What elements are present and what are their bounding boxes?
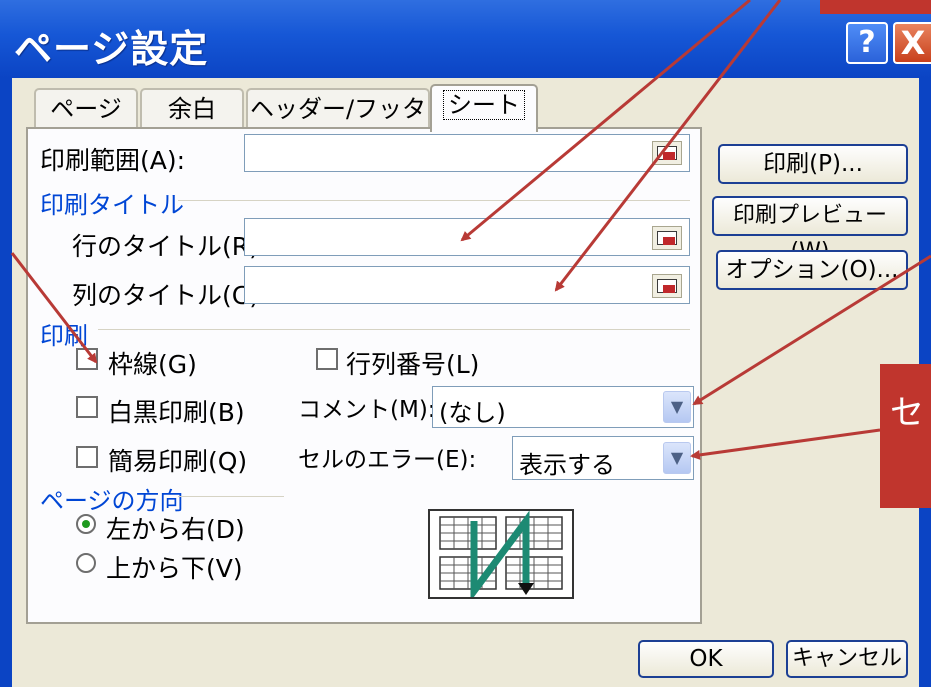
tab-page[interactable]: ページ bbox=[34, 88, 138, 128]
row-col-headings-label: 行列番号(L) bbox=[346, 350, 480, 379]
comments-value: (なし) bbox=[439, 399, 506, 427]
print-preview-button[interactable]: 印刷プレビュー(W) bbox=[712, 196, 908, 264]
down-then-over-radio[interactable] bbox=[76, 514, 96, 534]
black-white-label: 白黒印刷(B) bbox=[108, 398, 245, 427]
tab-margins[interactable]: 余白 bbox=[140, 88, 244, 128]
rows-to-repeat-input[interactable] bbox=[244, 218, 690, 256]
print-button[interactable]: 印刷(P)... bbox=[718, 144, 908, 184]
rows-to-repeat-label: 行のタイトル(R): bbox=[72, 232, 268, 261]
row-col-headings-checkbox[interactable] bbox=[316, 348, 338, 370]
window-frame-left bbox=[0, 78, 12, 687]
draft-quality-label: 簡易印刷(Q) bbox=[108, 447, 248, 476]
draft-quality-checkbox[interactable] bbox=[76, 446, 98, 468]
collapse-dialog-icon[interactable] bbox=[652, 226, 682, 250]
black-white-checkbox[interactable] bbox=[76, 396, 98, 418]
comments-label: コメント(M): bbox=[298, 397, 436, 423]
print-group-label: 印刷 bbox=[40, 322, 88, 350]
tab-margins-label: 余白 bbox=[168, 95, 216, 123]
cell-errors-select[interactable]: 表示する ▼ bbox=[512, 436, 694, 480]
collapse-dialog-icon[interactable] bbox=[652, 141, 682, 165]
comments-select[interactable]: (なし) ▼ bbox=[432, 386, 694, 428]
help-button[interactable]: ? bbox=[846, 22, 888, 64]
print-titles-group-label: 印刷タイトル bbox=[40, 191, 184, 219]
page-order-preview-icon bbox=[428, 509, 574, 602]
close-button[interactable]: X bbox=[893, 22, 931, 64]
cols-to-repeat-input[interactable] bbox=[244, 266, 690, 304]
over-then-down-label: 上から下(V) bbox=[106, 554, 243, 583]
ok-button[interactable]: OK bbox=[638, 640, 774, 678]
group-divider bbox=[178, 496, 284, 497]
gridlines-checkbox[interactable] bbox=[76, 348, 98, 370]
group-divider bbox=[98, 329, 690, 330]
collapse-dialog-icon[interactable] bbox=[652, 274, 682, 298]
cell-errors-value: 表示する bbox=[519, 451, 615, 479]
print-area-label: 印刷範囲(A): bbox=[40, 146, 186, 175]
cell-errors-label: セルのエラー(E): bbox=[298, 447, 477, 473]
tab-sheet-label: シート bbox=[443, 90, 525, 120]
dropdown-arrow-icon[interactable]: ▼ bbox=[663, 442, 691, 474]
over-then-down-radio[interactable] bbox=[76, 553, 96, 573]
tab-header-footer[interactable]: ヘッダー/フッター bbox=[246, 88, 430, 161]
dialog-title: ページ設定 bbox=[14, 27, 209, 71]
tab-page-label: ページ bbox=[50, 95, 122, 123]
tab-sheet[interactable]: シート bbox=[430, 84, 538, 132]
cancel-button[interactable]: キャンセル bbox=[786, 640, 908, 678]
down-then-over-label: 左から右(D) bbox=[106, 515, 245, 544]
cols-to-repeat-label: 列のタイトル(C): bbox=[72, 281, 268, 310]
options-button[interactable]: オプション(O)... bbox=[716, 250, 908, 290]
group-divider bbox=[178, 200, 690, 201]
gridlines-label: 枠線(G) bbox=[108, 350, 197, 379]
annotation-callout-text: セ bbox=[890, 393, 924, 433]
annotation-box-top bbox=[820, 0, 931, 14]
print-area-input[interactable] bbox=[244, 134, 690, 172]
dropdown-arrow-icon[interactable]: ▼ bbox=[663, 391, 691, 423]
